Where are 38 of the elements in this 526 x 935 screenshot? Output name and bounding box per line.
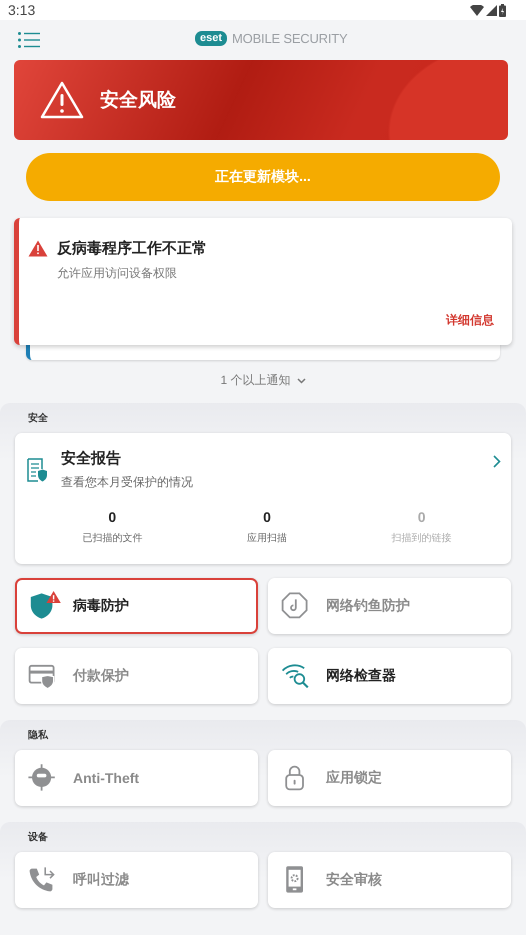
battery-icon xyxy=(499,4,506,16)
feature-tile[interactable]: 应用锁定 xyxy=(268,750,511,806)
update-button[interactable]: 正在更新模块... xyxy=(26,153,500,201)
feature-tile[interactable]: 付款保护 xyxy=(15,648,258,704)
section-title: 安全 xyxy=(28,411,49,425)
chevron-right-icon xyxy=(493,455,501,468)
feature-tile[interactable]: Anti-Theft xyxy=(15,750,258,806)
warning-icon xyxy=(40,81,84,119)
chevron-down-icon xyxy=(296,378,306,384)
stat-label: 应用扫描 xyxy=(246,532,287,545)
section-title: 设备 xyxy=(28,830,49,844)
menu-button[interactable] xyxy=(18,32,40,48)
notification-title: 反病毒程序工作不正常 xyxy=(57,239,207,258)
feature-tile[interactable]: 呼叫过滤 xyxy=(15,852,258,908)
stat-label: 已扫描的文件 xyxy=(82,532,142,545)
feature-tile[interactable]: 网络钓鱼防护 xyxy=(268,578,511,634)
section-title: 隐私 xyxy=(28,728,50,742)
stat-value: 0 xyxy=(108,509,116,525)
details-link[interactable]: 详细信息 xyxy=(446,312,494,329)
warning-icon xyxy=(28,240,48,257)
signal-icon xyxy=(486,4,497,16)
report-shield-icon xyxy=(27,458,47,482)
report-title: 安全报告 xyxy=(61,449,122,468)
stat-value: 0 xyxy=(418,509,426,525)
status-time: 3:13 xyxy=(8,2,36,18)
report-card[interactable]: 安全报告 查看您本月受保护的情况 0 已扫描的文件 0 应用扫描 0 扫描到的链接 xyxy=(15,433,511,564)
feature-tile[interactable]: 网络检查器 xyxy=(268,648,511,704)
notification-message: 允许应用访问设备权限 xyxy=(57,265,177,282)
feature-tile[interactable]: 病毒防护 xyxy=(15,578,258,634)
feature-tile[interactable]: 安全审核 xyxy=(268,852,511,908)
stat-label: 扫描到的链接 xyxy=(392,532,452,545)
wifi-icon xyxy=(470,4,484,16)
logo-badge: eset xyxy=(195,31,228,46)
report-subtitle: 查看您本月受保护的情况 xyxy=(61,474,193,491)
banner-title: 安全风险 xyxy=(100,88,176,113)
more-notifications-toggle[interactable]: 1 个以上通知 xyxy=(220,372,306,389)
app-title: MOBILE SECURITY xyxy=(232,31,348,46)
stat-value: 0 xyxy=(263,509,271,525)
